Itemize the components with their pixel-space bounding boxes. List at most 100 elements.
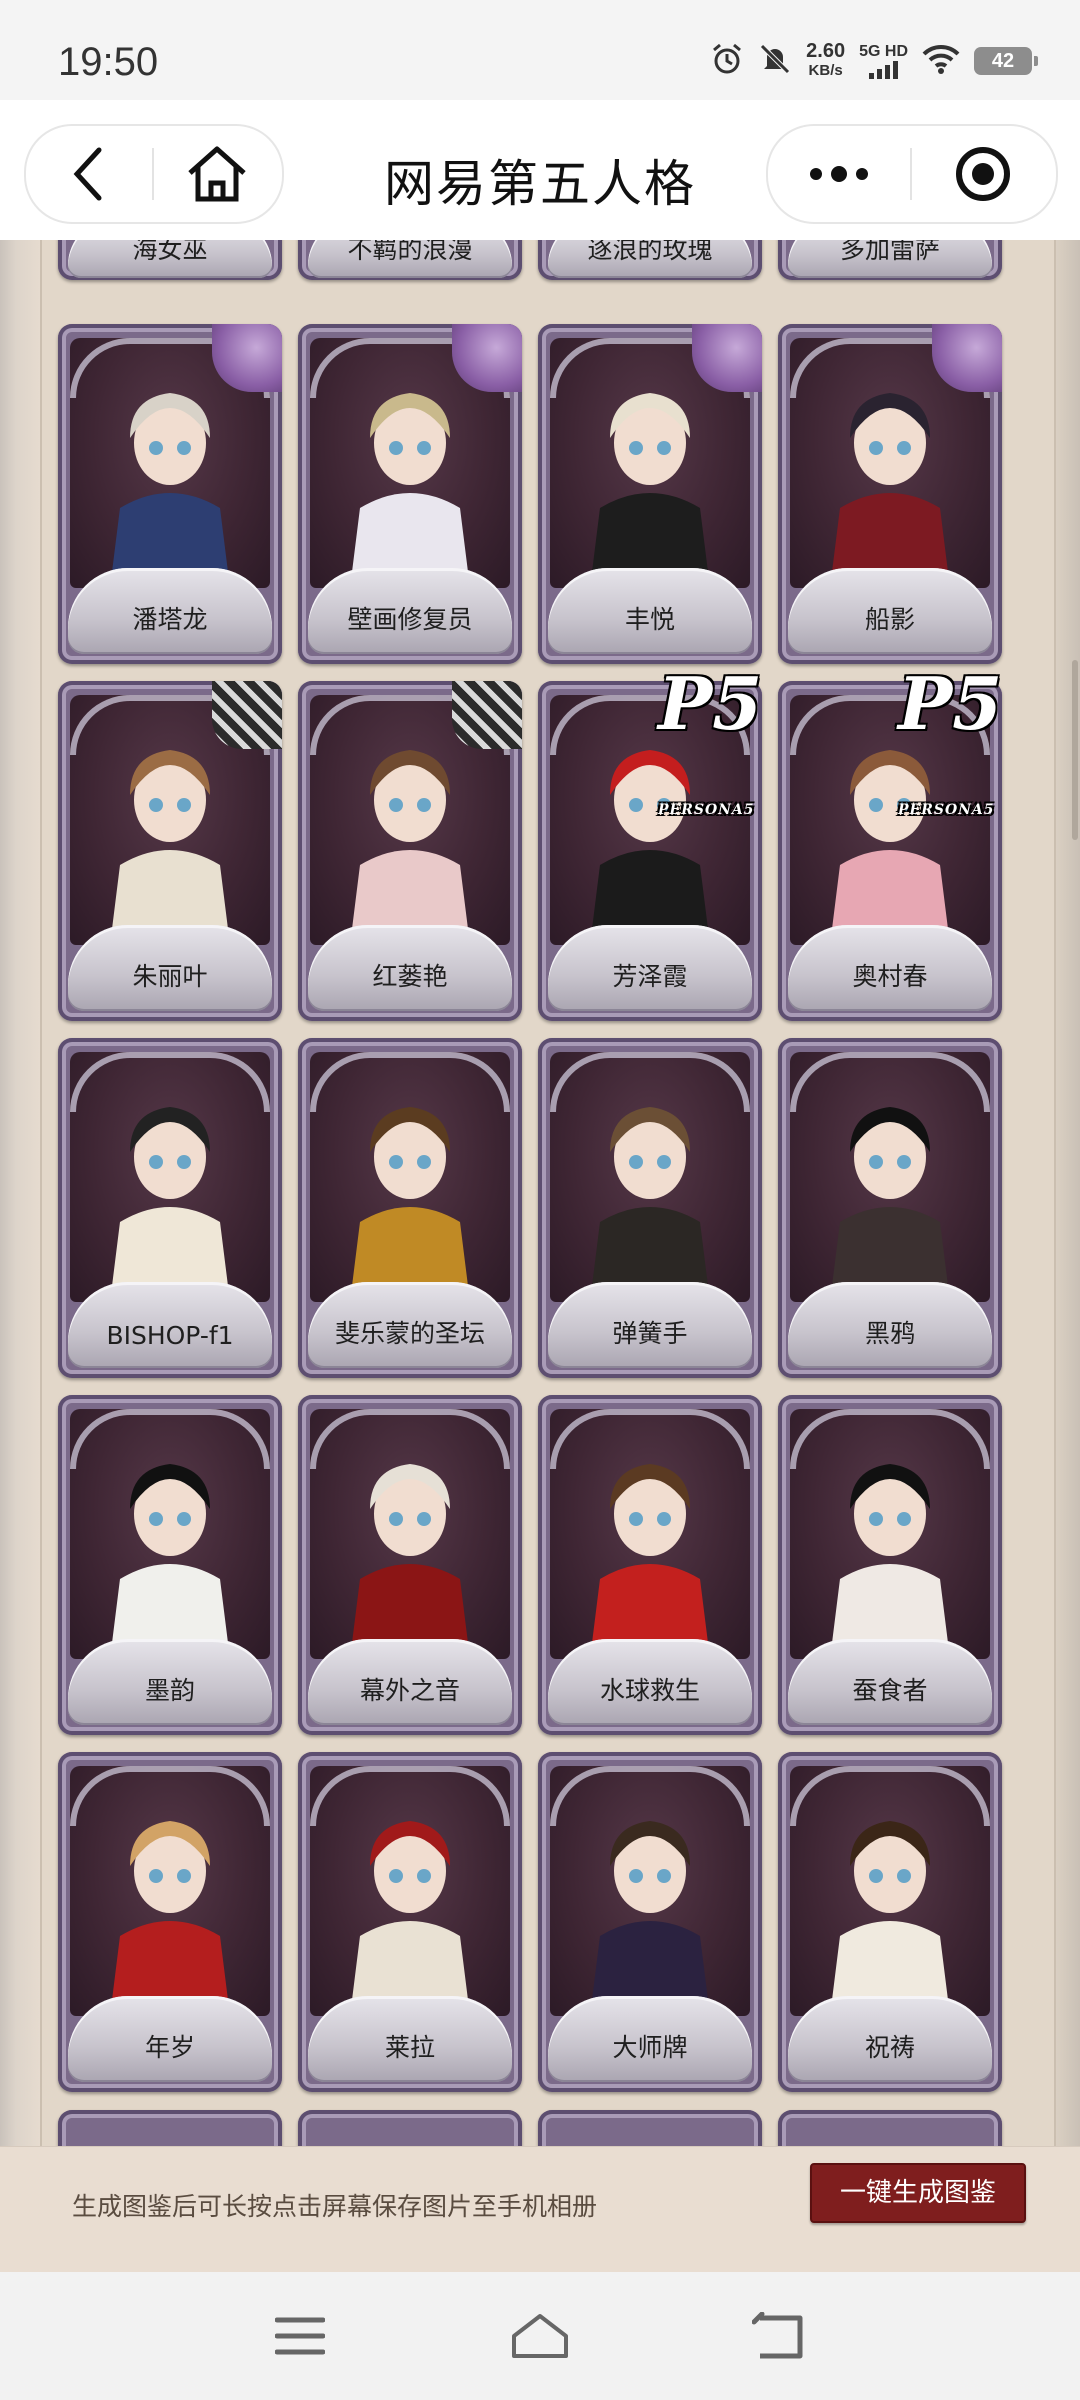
net-speed-unit: KB/s (808, 62, 843, 79)
costume-card[interactable]: 潘塔龙 (58, 324, 282, 664)
card-nameplate: 船影 (788, 568, 992, 654)
status-icons: 2.60 KB/s 5G HD 42 (710, 41, 1038, 80)
card-nameplate: 朱丽叶 (68, 925, 272, 1011)
character-illustration (590, 1464, 710, 1659)
card-partial[interactable] (298, 2110, 522, 2146)
card-nameplate: 红蒌艳 (308, 925, 512, 1011)
card-nameplate: 弹簧手 (548, 1282, 752, 1368)
card-portrait (310, 1409, 510, 1659)
card-label: 奥村春 (852, 962, 928, 991)
signal-icon: 5G HD (859, 43, 908, 79)
card-partial[interactable] (58, 2110, 282, 2146)
card-partial[interactable]: 不羁的浪漫 (298, 240, 522, 280)
costume-card[interactable]: 壁画修复员 (298, 324, 522, 664)
card-label: 潘塔龙 (132, 605, 208, 634)
card-label: 黑鸦 (864, 1319, 915, 1348)
character-illustration (350, 1107, 470, 1302)
costume-card[interactable]: 红蒌艳 (298, 681, 522, 1021)
costume-card[interactable]: 水球救生 (538, 1395, 762, 1735)
card-portrait (70, 1052, 270, 1302)
costume-card[interactable]: 年岁 (58, 1752, 282, 2092)
card-nameplate: 幕外之音 (308, 1639, 512, 1725)
card-portrait (310, 1052, 510, 1302)
card-label: 壁画修复员 (347, 605, 473, 634)
character-illustration (830, 1464, 950, 1659)
menu-button[interactable] (270, 2306, 330, 2366)
card-portrait (70, 1409, 270, 1659)
card-label: 不羁的浪漫 (347, 240, 473, 264)
card-nameplate: 芳泽霞 (548, 925, 752, 1011)
character-illustration (110, 1107, 230, 1302)
card-nameplate: 大师牌 (548, 1996, 752, 2082)
character-illustration (830, 1107, 950, 1302)
card-nameplate: 蚕食者 (788, 1639, 992, 1725)
card-label: 水球救生 (599, 1676, 700, 1705)
net-speed: 2.60 KB/s (806, 41, 845, 80)
persona5-collab-logo: P5 PERSONA5 (658, 661, 762, 831)
costume-card[interactable]: 弹簧手 (538, 1038, 762, 1378)
card-portrait (550, 1052, 750, 1302)
card-nameplate: 莱拉 (308, 1996, 512, 2082)
card-partial[interactable]: 海女巫 (58, 240, 282, 280)
costume-card[interactable]: 幕外之音 (298, 1395, 522, 1735)
card-partial[interactable]: 逐浪的玫瑰 (538, 240, 762, 280)
card-nameplate: 年岁 (68, 1996, 272, 2082)
p5-text: PERSONA5 (898, 802, 995, 818)
system-back-button[interactable] (750, 2306, 810, 2366)
character-illustration (350, 1464, 470, 1659)
costume-card[interactable]: 船影 (778, 324, 1002, 664)
system-home-button[interactable] (510, 2306, 570, 2366)
character-illustration (110, 1821, 230, 2016)
system-navigation-bar (0, 2272, 1080, 2400)
card-nameplate: 祝祷 (788, 1996, 992, 2082)
generate-banner: 生成图鉴后可长按点击屏幕保存图片至手机相册 一键生成图鉴 (0, 2146, 1080, 2273)
character-illustration (590, 1107, 710, 1302)
card-partial[interactable]: 多加雷萨 (778, 240, 1002, 280)
character-illustration (350, 1821, 470, 2016)
costume-card[interactable]: 斐乐蒙的圣坛 (298, 1038, 522, 1378)
card-label: 弹簧手 (612, 1319, 688, 1348)
costume-card[interactable]: 朱丽叶 (58, 681, 282, 1021)
card-label: 墨韵 (144, 1676, 195, 1705)
card-nameplate: 奥村春 (788, 925, 992, 1011)
system-back-icon (752, 2312, 803, 2359)
card-label: 祝祷 (864, 2033, 915, 2062)
card-nameplate: 黑鸦 (788, 1282, 992, 1368)
page-title: 网易第五人格 (384, 155, 696, 213)
costume-card[interactable]: 丰悦 (538, 324, 762, 664)
costume-card[interactable]: 墨韵 (58, 1395, 282, 1735)
costume-card[interactable]: 祝祷 (778, 1752, 1002, 2092)
network-type: 5G HD (859, 43, 908, 60)
card-portrait (550, 1766, 750, 2016)
card-nameplate: 丰悦 (548, 568, 752, 654)
costume-card[interactable]: 大师牌 (538, 1752, 762, 2092)
persona5-collab-logo: P5 PERSONA5 (898, 661, 1002, 831)
card-portrait (70, 1766, 270, 2016)
card-label: BISHOP-f1 (106, 1321, 234, 1350)
character-illustration (110, 1464, 230, 1659)
card-nameplate: 潘塔龙 (68, 568, 272, 654)
card-partial[interactable] (778, 2110, 1002, 2146)
costume-gallery[interactable]: 海女巫 不羁的浪漫 逐浪的玫瑰 多加雷萨 潘塔龙 壁画修复员 丰悦 船影朱丽叶 红蒌艳 芳… (0, 240, 1080, 2146)
card-partial[interactable] (538, 2110, 762, 2146)
menu-icon (275, 2317, 325, 2355)
costume-card[interactable]: 蚕食者 (778, 1395, 1002, 1735)
costume-card[interactable]: BISHOP-f1 (58, 1038, 282, 1378)
card-label: 斐乐蒙的圣坛 (334, 1319, 485, 1348)
character-illustration (590, 1821, 710, 2016)
scrollbar[interactable] (1072, 660, 1078, 840)
card-portrait (790, 1052, 990, 1302)
generate-gallery-button[interactable]: 一键生成图鉴 (810, 2163, 1026, 2223)
system-home-icon (512, 2314, 568, 2358)
costume-card[interactable]: 莱拉 (298, 1752, 522, 2092)
costume-card[interactable]: 黑鸦 (778, 1038, 1002, 1378)
wifi-icon (922, 44, 960, 78)
card-label: 船影 (864, 605, 915, 634)
p5-text: PERSONA5 (658, 802, 755, 818)
card-label: 芳泽霞 (612, 962, 688, 991)
card-portrait (550, 1409, 750, 1659)
card-nameplate: BISHOP-f1 (68, 1282, 272, 1368)
card-nameplate: 壁画修复员 (308, 568, 512, 654)
card-label: 大师牌 (612, 2033, 688, 2062)
p5-mark: P5 (898, 661, 1003, 746)
